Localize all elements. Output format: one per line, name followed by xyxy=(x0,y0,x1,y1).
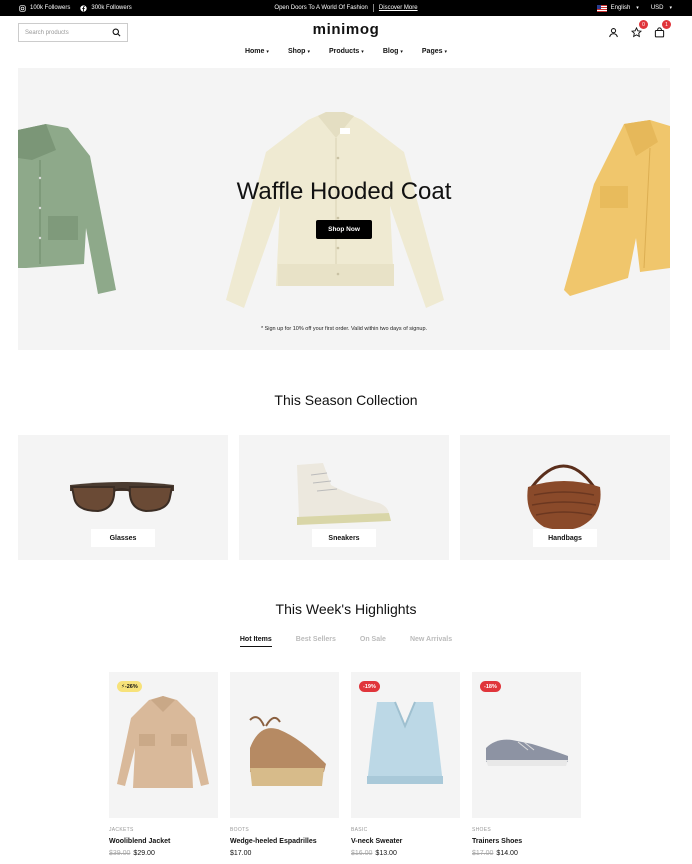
collection-card-sneakers[interactable]: Sneakers xyxy=(239,435,449,560)
nav-label: Shop xyxy=(287,48,306,55)
us-flag-icon xyxy=(596,4,607,12)
sweater-vest-image xyxy=(367,701,443,784)
tab-best-sellers[interactable]: Best Sellers xyxy=(296,636,336,647)
jacket-image xyxy=(117,696,209,788)
product-image[interactable]: -18% xyxy=(472,672,581,818)
cart-count-badge: 1 xyxy=(662,20,671,29)
nav-label: Products xyxy=(328,48,360,55)
main-navigation: Home ▾ Shop ▾ Products ▾ Blog ▾ Pages ▾ xyxy=(0,48,692,55)
product-image[interactable] xyxy=(230,672,339,818)
yellow-jacket-image xyxy=(564,120,670,296)
old-price: $17.00 xyxy=(472,850,494,857)
product-price: $16.00 $13.00 xyxy=(351,850,460,857)
collection-label: Sneakers xyxy=(312,529,376,547)
collection-label: Handbags xyxy=(533,529,597,547)
user-icon xyxy=(609,28,618,38)
language-label: English xyxy=(610,5,631,11)
current-price: $29.00 xyxy=(133,850,155,857)
product-category: JACKETS xyxy=(109,827,134,833)
product-card[interactable]: -18% SHOES Trainers Shoes $17.00 $14.00 xyxy=(472,672,581,857)
shop-now-button[interactable]: Shop Now xyxy=(316,220,372,239)
collection-grid: Glasses Sneakers Handbags xyxy=(18,435,670,560)
currency-selector[interactable]: USD ▾ xyxy=(651,5,672,11)
cart-button[interactable]: 1 xyxy=(654,20,671,38)
product-name[interactable]: Wedge-heeled Espadrilles xyxy=(230,838,339,845)
highlights-title: This Week's Highlights xyxy=(275,601,417,617)
collection-card-glasses[interactable]: Glasses xyxy=(18,435,228,560)
account-button[interactable] xyxy=(608,25,619,38)
wishlist-button[interactable]: 0 xyxy=(630,20,648,38)
discount-value: -26% xyxy=(124,683,138,690)
product-price: $17.00 $14.00 xyxy=(472,850,581,857)
collection-label: Glasses xyxy=(91,529,155,547)
nav-label: Blog xyxy=(382,48,399,55)
chevron-down-icon: ▾ xyxy=(669,5,672,11)
product-name[interactable]: V-neck Sweater xyxy=(351,838,460,845)
language-selector[interactable]: English ▾ xyxy=(596,4,639,12)
announcement-text: Open Doors To A World Of Fashion xyxy=(274,5,368,11)
discount-badge: ⚡ -26% xyxy=(117,681,142,692)
product-image[interactable]: -19% xyxy=(351,672,460,818)
discount-badge: -18% xyxy=(480,681,501,692)
product-category: BASIC xyxy=(351,827,368,833)
site-header: Search products minimog 0 1 Home ▾ Shop ▾ … xyxy=(0,16,692,66)
nav-label: Pages xyxy=(421,48,443,55)
tab-new-arrivals[interactable]: New Arrivals xyxy=(410,636,452,647)
discount-badge: -19% xyxy=(359,681,380,692)
chevron-down-icon: ▾ xyxy=(444,48,448,55)
green-jacket-image xyxy=(18,124,116,294)
announcement-bar: 100k Followers 300k Followers Open Doors… xyxy=(0,0,692,16)
star-icon xyxy=(630,26,643,38)
signup-note: * Sign up for 10% off your first order. … xyxy=(260,326,428,332)
current-price: $13.00 xyxy=(375,850,397,857)
divider xyxy=(372,4,374,12)
wishlist-count-badge: 0 xyxy=(639,20,648,29)
nav-item-products[interactable]: Products ▾ xyxy=(329,48,364,55)
old-price: $16.00 xyxy=(351,850,373,857)
current-price: $14.00 xyxy=(496,850,518,857)
currency-label: USD xyxy=(650,5,664,11)
nav-label: Home xyxy=(244,48,265,55)
chevron-down-icon: ▾ xyxy=(636,5,639,11)
nav-item-pages[interactable]: Pages ▾ xyxy=(422,48,447,55)
product-card[interactable]: BOOTS Wedge-heeled Espadrilles $17.00 xyxy=(230,672,339,857)
espadrille-image xyxy=(249,716,326,786)
product-price: $39.00 $29.00 xyxy=(109,850,218,857)
product-name[interactable]: Trainers Shoes xyxy=(472,838,581,845)
highlights-tabs: Hot Items Best Sellers On Sale New Arriv… xyxy=(0,636,692,647)
product-card[interactable]: ⚡ -26% JACKETS Wooliblend Jacket $39.00 $2… xyxy=(109,672,218,857)
current-price: $17.00 xyxy=(230,850,252,857)
chevron-down-icon: ▾ xyxy=(266,48,269,55)
tab-hot-items[interactable]: Hot Items xyxy=(239,636,272,647)
chevron-down-icon: ▾ xyxy=(361,48,364,55)
collection-title: This Season Collection xyxy=(274,392,418,408)
tab-on-sale[interactable]: On Sale xyxy=(360,636,386,647)
hero-banner: Waffle Hooded Coat Shop Now * Sign up fo… xyxy=(18,68,670,350)
product-name[interactable]: Wooliblend Jacket xyxy=(109,838,218,845)
nav-item-blog[interactable]: Blog ▾ xyxy=(383,48,403,55)
product-category: BOOTS xyxy=(230,827,250,833)
shopping-bag-icon xyxy=(654,27,665,38)
product-grid: ⚡ -26% JACKETS Wooliblend Jacket $39.00 $2… xyxy=(109,672,581,857)
cream-jacket-image xyxy=(226,112,444,308)
chevron-down-icon: ▾ xyxy=(400,48,403,55)
collection-card-handbags[interactable]: Handbags xyxy=(460,435,670,560)
nav-item-shop[interactable]: Shop ▾ xyxy=(288,48,310,55)
chevron-down-icon: ▾ xyxy=(307,48,310,55)
old-price: $39.00 xyxy=(109,850,131,857)
site-logo[interactable]: minimog xyxy=(0,21,692,38)
hero-title: Waffle Hooded Coat xyxy=(236,178,452,205)
discover-more-link[interactable]: Discover More xyxy=(379,5,418,11)
nav-item-home[interactable]: Home ▾ xyxy=(245,48,269,55)
product-image[interactable]: ⚡ -26% xyxy=(109,672,218,818)
product-category: SHOES xyxy=(472,827,492,833)
product-card[interactable]: -19% BASIC V-neck Sweater $16.00 $13.00 xyxy=(351,672,460,857)
trainers-image xyxy=(486,739,568,766)
product-price: $17.00 xyxy=(230,850,339,857)
hero-product-images xyxy=(18,112,670,308)
